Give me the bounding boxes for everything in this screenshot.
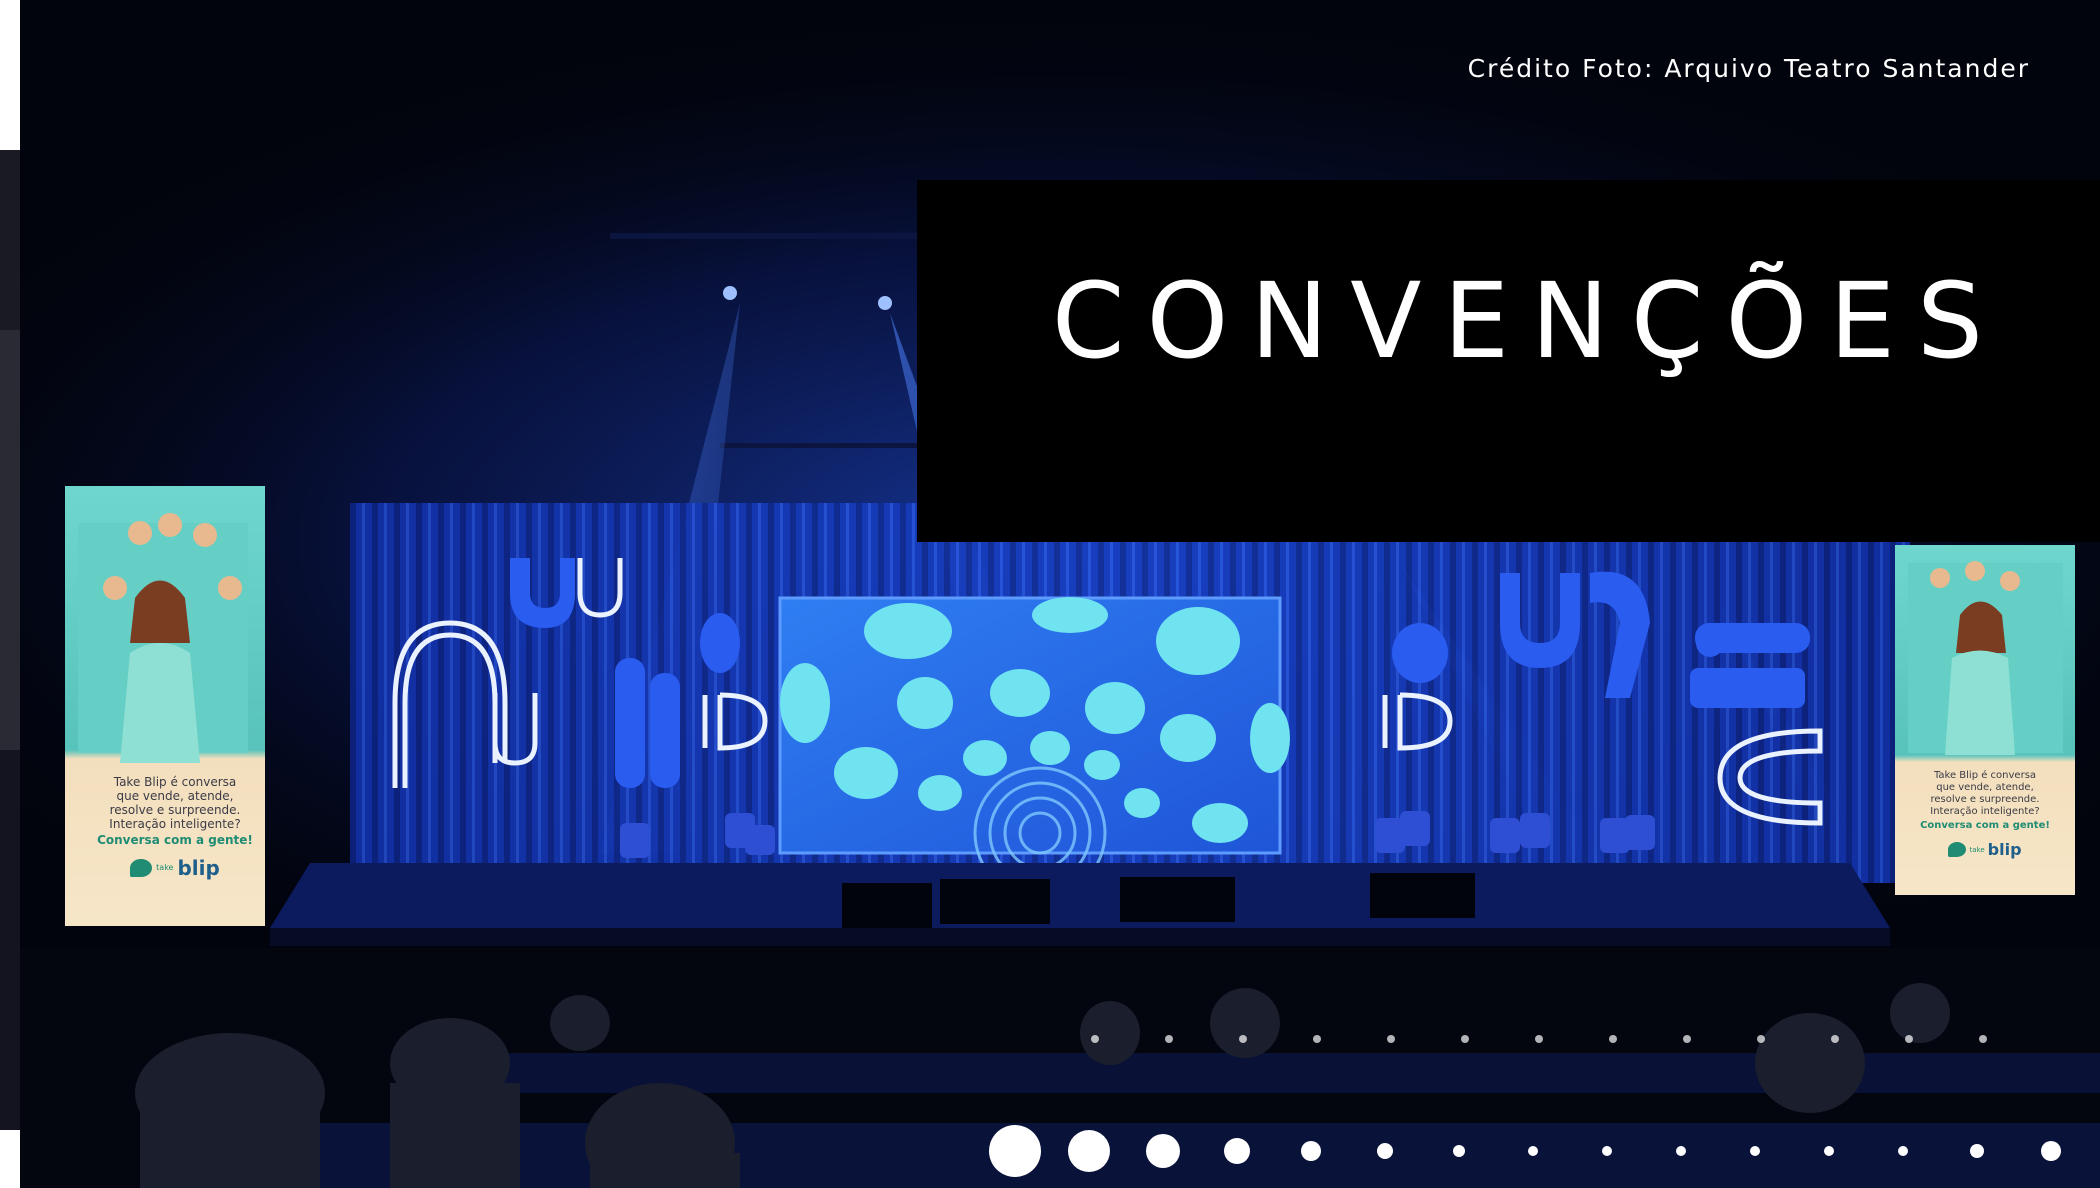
stage-logo-id-left: ID xyxy=(704,685,705,686)
carousel-dot[interactable] xyxy=(1750,1146,1760,1156)
carousel-dot[interactable] xyxy=(1970,1144,1984,1158)
banner-left-cta: Conversa com a gente! xyxy=(97,833,253,847)
carousel-dot-secondary[interactable] xyxy=(1609,1035,1617,1043)
carousel-dot-secondary[interactable] xyxy=(1313,1035,1321,1043)
slide: Take Blip é conversa que vende, atende, … xyxy=(0,0,2100,1188)
page-title: CONVENÇÕES xyxy=(1051,260,2006,383)
banner-right-cta: Conversa com a gente! xyxy=(1920,820,2050,831)
carousel-dot-secondary[interactable] xyxy=(1905,1035,1913,1043)
carousel-dot-secondary[interactable] xyxy=(1461,1035,1469,1043)
carousel-dot-secondary[interactable] xyxy=(1757,1035,1765,1043)
banner-left-brand: blip xyxy=(177,856,220,880)
banner-right-brand-small: take xyxy=(1969,845,1985,854)
banner-left-line3: resolve e surpreende. xyxy=(109,803,241,817)
stage-logo-id-right: ID xyxy=(1384,685,1385,686)
carousel-dot[interactable] xyxy=(1301,1141,1321,1161)
banner-right-brand: blip xyxy=(1987,839,2022,859)
left-edge-strip xyxy=(0,0,20,1188)
carousel-dot[interactable] xyxy=(1068,1130,1110,1172)
banner-left-line2: que vende, atende, xyxy=(116,789,234,803)
carousel-dot-secondary[interactable] xyxy=(1165,1035,1173,1043)
carousel-dot[interactable] xyxy=(1602,1146,1612,1156)
banner-right-line3: resolve e surpreende. xyxy=(1930,794,2040,805)
carousel-dot[interactable] xyxy=(1224,1138,1250,1164)
carousel-dot-secondary[interactable] xyxy=(1831,1035,1839,1043)
carousel-dot-secondary[interactable] xyxy=(1979,1035,1987,1043)
banner-left-brand-small: take xyxy=(156,863,174,872)
carousel-dot[interactable] xyxy=(1898,1146,1908,1156)
photo-credit: Crédito Foto: Arquivo Teatro Santander xyxy=(1467,54,2030,83)
carousel-dot[interactable] xyxy=(1453,1145,1465,1157)
carousel-dot[interactable] xyxy=(1146,1134,1180,1168)
banner-left-line1: Take Blip é conversa xyxy=(113,775,237,789)
carousel-dot[interactable] xyxy=(2041,1141,2061,1161)
carousel-dot-active[interactable] xyxy=(989,1125,1041,1177)
carousel-dot-secondary[interactable] xyxy=(1239,1035,1247,1043)
chat-bubble-icon xyxy=(130,859,153,877)
banner-left-copy: Take Blip é conversa que vende, atende, … xyxy=(85,775,265,880)
banner-right-copy: Take Blip é conversa que vende, atende, … xyxy=(1905,770,2065,857)
carousel-dot[interactable] xyxy=(1377,1143,1393,1159)
carousel-dot[interactable] xyxy=(1824,1146,1834,1156)
banner-right-line4: Interação inteligente? xyxy=(1930,806,2040,817)
chat-bubble-icon xyxy=(1948,842,1967,857)
carousel-dot-secondary[interactable] xyxy=(1387,1035,1395,1043)
carousel-dot[interactable] xyxy=(1676,1146,1686,1156)
carousel-dot-secondary[interactable] xyxy=(1535,1035,1543,1043)
banner-right-line2: que vende, atende, xyxy=(1936,782,2034,793)
carousel-dot[interactable] xyxy=(1528,1146,1538,1156)
banner-left-line4: Interação inteligente? xyxy=(109,817,241,831)
carousel-dot-secondary[interactable] xyxy=(1683,1035,1691,1043)
banner-right-line1: Take Blip é conversa xyxy=(1933,770,2037,781)
title-panel: CONVENÇÕES xyxy=(917,180,2100,542)
carousel-dot-secondary[interactable] xyxy=(1091,1035,1099,1043)
